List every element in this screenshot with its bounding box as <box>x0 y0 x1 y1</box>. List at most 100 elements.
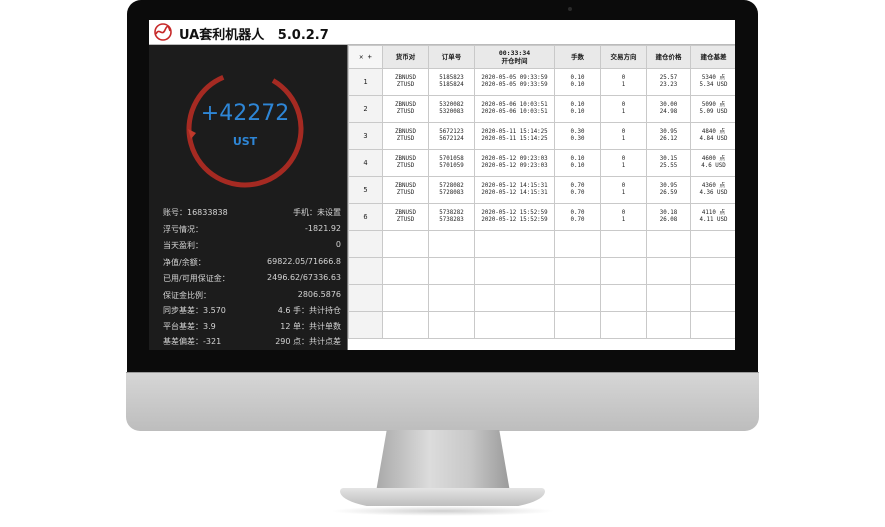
cell-order-number: 5185823 5185824 <box>428 68 475 96</box>
empty-table-row <box>348 230 735 258</box>
positions-table-container: ✕ + 货币对 订单号 00:33:34 开仓时间 手数 交易方向 建仓价格 建… <box>347 45 735 350</box>
account-info-row: 已用/可用保证金： 2496.62/67336.63 <box>163 273 341 289</box>
empty-table-row <box>348 311 735 339</box>
empty-cell <box>554 311 601 339</box>
column-header-order[interactable]: 订单号 <box>428 45 475 69</box>
profit-ring-icon <box>186 70 304 188</box>
cell-open-time: 2020-05-12 14:15:31 2020-05-12 14:15:31 <box>474 176 555 204</box>
account-info-label: 已用/可用保证金： <box>163 274 230 283</box>
account-info-label: 净值/余额： <box>163 257 206 267</box>
basis-stat-label: 同步基差：3.570 <box>163 306 226 315</box>
row-index: 4 <box>348 149 383 177</box>
column-header-pair[interactable]: 货币对 <box>382 45 429 69</box>
cell-open-price: 30.15 25.55 <box>646 149 691 177</box>
basis-stat-row: 同步基差：3.570 4.6 手：共计持仓 <box>163 305 341 321</box>
table-header-row: ✕ + 货币对 订单号 00:33:34 开仓时间 手数 交易方向 建仓价格 建… <box>348 45 735 69</box>
cell-pair: ZBNUSD ZTUSD <box>382 95 429 123</box>
cell-open-basis: 5340 点 5.34 USD <box>690 68 735 96</box>
empty-cell <box>428 230 475 258</box>
column-header-lots[interactable]: 手数 <box>554 45 601 69</box>
cell-pair: ZBNUSD ZTUSD <box>382 149 429 177</box>
account-info-label: 保证金比例： <box>163 290 211 300</box>
cell-open-basis: 4600 点 4.6 USD <box>690 149 735 177</box>
account-info-row: 账号：16833838 手机：未设置 <box>163 207 341 223</box>
basis-stat-value: 4.6 手：共计持仓 <box>277 306 341 315</box>
empty-cell <box>600 311 647 339</box>
row-index: 3 <box>348 122 383 150</box>
table-row[interactable]: 2 ZBNUSD ZTUSD 5320082 5320083 2020-05-06 1… <box>348 95 735 123</box>
app-window: UA套利机器人 5.0.2.7 +42272 UST 账号：16833838 手机… <box>149 20 735 350</box>
empty-cell <box>348 257 383 285</box>
table-row[interactable]: 1 ZBNUSD ZTUSD 5185823 5185824 2020-05-05 0… <box>348 68 735 96</box>
empty-cell <box>600 284 647 312</box>
cell-open-price: 30.18 26.08 <box>646 203 691 231</box>
account-info-row: 净值/余额： 69822.05/71666.8 <box>163 257 341 273</box>
cell-open-time: 2020-05-11 15:14:25 2020-05-11 15:14:25 <box>474 122 555 150</box>
cell-lots: 0.10 0.10 <box>554 95 601 123</box>
account-info-label: 当天盈利： <box>163 241 203 250</box>
cell-open-price: 25.57 23.23 <box>646 68 691 96</box>
column-header-open-price[interactable]: 建仓价格 <box>646 45 691 69</box>
empty-cell <box>428 311 475 339</box>
empty-cell <box>646 257 691 285</box>
empty-cell <box>474 257 555 285</box>
basis-stat-value: 12 单：共计单数 <box>280 321 341 331</box>
cell-open-basis: 5090 点 5.09 USD <box>690 95 735 123</box>
table-row[interactable]: 3 ZBNUSD ZTUSD 5672123 5672124 2020-05-11 1… <box>348 122 735 150</box>
account-info-value: 2806.5876 <box>297 289 341 299</box>
basis-stat-row: 平台基差：3.9 12 单：共计单数 <box>163 321 341 337</box>
table-corner-controls[interactable]: ✕ + <box>348 45 383 69</box>
row-index: 6 <box>348 203 383 231</box>
cell-pair: ZBNUSD ZTUSD <box>382 176 429 204</box>
cell-lots: 0.30 0.30 <box>554 122 601 150</box>
monitor-stand-neck <box>376 430 510 492</box>
app-name: UA套利机器人 <box>179 28 265 43</box>
column-header-direction[interactable]: 交易方向 <box>600 45 647 69</box>
cell-pair: ZBNUSD ZTUSD <box>382 68 429 96</box>
cell-open-price: 30.00 24.98 <box>646 95 691 123</box>
empty-table-row <box>348 284 735 312</box>
empty-cell <box>646 311 691 339</box>
cell-open-basis: 4360 点 4.36 USD <box>690 176 735 204</box>
column-header-open-time[interactable]: 00:33:34 开仓时间 <box>474 45 555 69</box>
app-version: 5.0.2.7 <box>277 28 329 43</box>
table-row[interactable]: 6 ZBNUSD ZTUSD 5738282 5738283 2020-05-12 1… <box>348 203 735 231</box>
empty-cell <box>690 311 735 339</box>
cell-lots: 0.10 0.10 <box>554 68 601 96</box>
empty-cell <box>554 257 601 285</box>
empty-cell <box>690 257 735 285</box>
column-header-open-basis[interactable]: 建仓基差 <box>690 45 735 69</box>
stand-shadow <box>330 506 555 516</box>
row-index: 5 <box>348 176 383 204</box>
cell-open-basis: 4110 点 4.11 USD <box>690 203 735 231</box>
cell-pair: ZBNUSD ZTUSD <box>382 203 429 231</box>
account-info-value: -1821.92 <box>305 223 341 233</box>
cell-open-time: 2020-05-05 09:33:59 2020-05-05 09:33:59 <box>474 68 555 96</box>
empty-cell <box>474 284 555 312</box>
empty-cell <box>382 257 429 285</box>
basis-stat-value: 290 点：共计点差 <box>275 337 341 346</box>
empty-cell <box>428 284 475 312</box>
basis-stat-row: 基差偏差：-321 290 点：共计点差 <box>163 336 341 350</box>
empty-cell <box>554 284 601 312</box>
cell-open-price: 30.95 26.12 <box>646 122 691 150</box>
cell-open-basis: 4840 点 4.84 USD <box>690 122 735 150</box>
cell-order-number: 5672123 5672124 <box>428 122 475 150</box>
empty-cell <box>690 284 735 312</box>
empty-cell <box>428 257 475 285</box>
account-info-value: 69822.05/71666.8 <box>267 256 341 266</box>
cell-direction: 0 1 <box>600 122 647 150</box>
cell-open-time: 2020-05-12 15:52:59 2020-05-12 15:52:59 <box>474 203 555 231</box>
empty-cell <box>382 230 429 258</box>
cell-direction: 0 1 <box>600 95 647 123</box>
cell-order-number: 5320082 5320083 <box>428 95 475 123</box>
table-row[interactable]: 4 ZBNUSD ZTUSD 5701058 5701059 2020-05-12 0… <box>348 149 735 177</box>
account-info-row: 保证金比例： 2806.5876 <box>163 290 341 306</box>
cell-order-number: 5701058 5701059 <box>428 149 475 177</box>
empty-cell <box>382 311 429 339</box>
table-row[interactable]: 5 ZBNUSD ZTUSD 5728082 5728083 2020-05-12 1… <box>348 176 735 204</box>
empty-cell <box>646 230 691 258</box>
cell-open-price: 30.95 26.59 <box>646 176 691 204</box>
cell-open-time: 2020-05-06 10:03:51 2020-05-06 10:03:51 <box>474 95 555 123</box>
cell-order-number: 5738282 5738283 <box>428 203 475 231</box>
